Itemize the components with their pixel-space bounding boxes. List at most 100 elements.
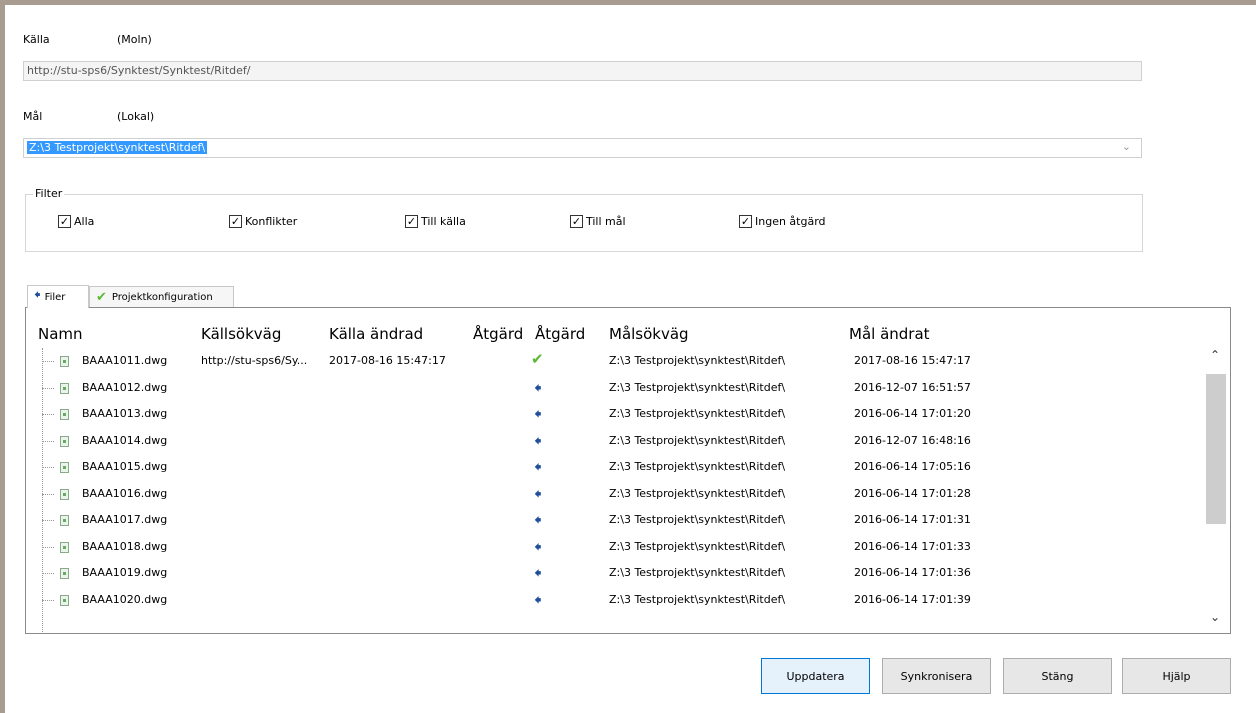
- arrow-left-icon: 🠸: [534, 431, 542, 450]
- tab-project-config-label: Projektkonfiguration: [111, 292, 213, 303]
- tree-branch: [42, 599, 54, 601]
- table-row[interactable]: BAAA1012.dwg 🠸 Z:\3 Testprojekt\synktest\R…: [26, 375, 1196, 401]
- target-changed-cell: 2017-08-16 15:47:17: [854, 354, 971, 367]
- vertical-scrollbar[interactable]: ⌃ ⌄: [1202, 344, 1230, 633]
- target-path-dropdown[interactable]: Z:\3 Testprojekt\synktest\Ritdef\ ⌄: [23, 138, 1142, 158]
- column-header-action-2[interactable]: Åtgärd: [535, 325, 585, 343]
- table-row[interactable]: BAAA1018.dwg 🠸 Z:\3 Testprojekt\synktest\R…: [26, 534, 1196, 560]
- target-path-cell: Z:\3 Testprojekt\synktest\Ritdef\: [609, 513, 786, 526]
- target-label: Mål: [23, 110, 43, 123]
- close-button[interactable]: Stäng: [1003, 658, 1112, 694]
- file-name-cell: BAAA1011.dwg: [82, 354, 168, 367]
- filter-conflicts-checkbox[interactable]: ✓ Konflikter: [229, 215, 297, 228]
- table-row[interactable]: BAAA1015.dwg 🠸 Z:\3 Testprojekt\synktest\R…: [26, 454, 1196, 480]
- filter-all-checkbox[interactable]: ✓ Alla: [58, 215, 94, 228]
- target-changed-cell: 2016-12-07 16:51:57: [854, 380, 971, 394]
- dwg-file-icon: [60, 462, 69, 473]
- table-row[interactable]: BAAA1020.dwg 🠸 Z:\3 Testprojekt\synktest\R…: [26, 587, 1196, 613]
- file-name-cell: BAAA1017.dwg: [82, 513, 168, 526]
- filter-conflicts-label: Konflikter: [245, 215, 298, 228]
- table-row[interactable]: BAAA1019.dwg 🠸 Z:\3 Testprojekt\synktest\R…: [26, 560, 1196, 586]
- help-button[interactable]: Hjälp: [1122, 658, 1231, 694]
- filter-all-label: Alla: [74, 215, 95, 228]
- source-path-value: http://stu-sps6/Synktest/Synktest/Ritdef…: [27, 64, 251, 77]
- file-name-cell: BAAA1014.dwg: [82, 433, 168, 447]
- column-header-target-path[interactable]: Målsökväg: [609, 325, 689, 343]
- tree-branch: [42, 387, 54, 389]
- filter-to-source-label: Till källa: [421, 215, 466, 228]
- column-header-target-changed[interactable]: Mål ändrat: [849, 325, 930, 343]
- arrow-left-icon: 🠸: [534, 564, 542, 582]
- target-changed-cell: 2016-06-14 17:01:31: [854, 513, 971, 526]
- arrow-left-icon: 🠸: [534, 378, 542, 397]
- target-changed-cell: 2016-06-14 17:05:16: [854, 460, 971, 473]
- table-row[interactable]: BAAA1013.dwg 🠸 Z:\3 Testprojekt\synktest\R…: [26, 401, 1196, 427]
- update-button[interactable]: Uppdatera: [761, 658, 870, 694]
- file-name-cell: BAAA1013.dwg: [82, 407, 168, 420]
- window-frame-top: [0, 0, 1256, 5]
- column-header-action-1[interactable]: Åtgärd: [473, 325, 523, 343]
- file-name-cell: BAAA1015.dwg: [82, 460, 168, 473]
- table-row[interactable]: BAAA1016.dwg 🠸 Z:\3 Testprojekt\synktest\R…: [26, 481, 1196, 507]
- tree-branch: [42, 440, 54, 442]
- table-row[interactable]: BAAA1017.dwg 🠸 Z:\3 Testprojekt\synktest\R…: [26, 507, 1196, 533]
- arrow-left-icon: 🠸: [534, 590, 542, 609]
- tree-branch: [42, 520, 54, 521]
- dwg-file-icon: [60, 541, 69, 553]
- tree-branch: [42, 414, 54, 415]
- table-row[interactable]: BAAA1011.dwg http://stu-sps6/Sy... 2017-08…: [26, 348, 1196, 374]
- target-path-cell: Z:\3 Testprojekt\synktest\Ritdef\: [609, 539, 786, 553]
- tree-branch: [42, 361, 54, 362]
- tab-files[interactable]: 🠸 Filer: [27, 285, 89, 308]
- target-changed-cell: 2016-06-14 17:01:36: [854, 566, 971, 579]
- checkbox-checked-icon[interactable]: ✓: [58, 215, 71, 228]
- dwg-file-icon: [60, 515, 69, 526]
- tree-branch: [42, 546, 54, 548]
- target-path-value: Z:\3 Testprojekt\synktest\Ritdef\: [27, 141, 208, 154]
- checkbox-checked-icon[interactable]: ✓: [739, 215, 752, 228]
- dwg-file-icon: [60, 435, 69, 447]
- scrollbar-thumb[interactable]: [1206, 374, 1226, 524]
- target-changed-cell: 2016-06-14 17:01:33: [854, 539, 971, 553]
- arrow-left-icon: 🠸: [534, 537, 542, 556]
- target-path-cell: Z:\3 Testprojekt\synktest\Ritdef\: [609, 354, 786, 367]
- chevron-down-icon[interactable]: ⌄: [1210, 610, 1220, 624]
- checkbox-checked-icon[interactable]: ✓: [229, 215, 242, 228]
- column-header-name[interactable]: Namn: [38, 325, 83, 343]
- checkbox-checked-icon[interactable]: ✓: [405, 215, 418, 228]
- file-name-cell: BAAA1012.dwg: [82, 380, 168, 394]
- filter-to-target-label: Till mål: [586, 215, 626, 228]
- window-frame-left: [0, 0, 5, 713]
- filter-to-target-checkbox[interactable]: ✓ Till mål: [570, 215, 626, 228]
- source-path-field[interactable]: http://stu-sps6/Synktest/Synktest/Ritdef…: [23, 61, 1142, 81]
- target-path-cell: Z:\3 Testprojekt\synktest\Ritdef\: [609, 460, 786, 473]
- filter-no-action-checkbox[interactable]: ✓ Ingen åtgärd: [739, 215, 826, 228]
- chevron-down-icon[interactable]: ⌄: [1122, 140, 1131, 153]
- chevron-up-icon[interactable]: ⌃: [1210, 348, 1220, 362]
- synchronize-button[interactable]: Synkronisera: [882, 658, 991, 694]
- file-name-cell: BAAA1020.dwg: [82, 592, 168, 606]
- source-changed-cell: 2017-08-16 15:47:17: [329, 354, 446, 367]
- target-changed-cell: 2016-06-14 17:01:28: [854, 486, 971, 500]
- tab-files-label: Filer: [44, 291, 66, 303]
- tree-branch: [42, 573, 54, 574]
- table-row[interactable]: BAAA1014.dwg 🠸 Z:\3 Testprojekt\synktest\R…: [26, 428, 1196, 454]
- tab-project-config[interactable]: ✔ Projektkonfiguration: [89, 286, 234, 308]
- target-changed-cell: 2016-06-14 17:01:20: [854, 407, 971, 420]
- target-changed-cell: 2016-06-14 17:01:39: [854, 592, 971, 606]
- target-type: (Lokal): [117, 110, 155, 123]
- target-path-cell: Z:\3 Testprojekt\synktest\Ritdef\: [609, 380, 786, 394]
- files-table: Namn Källsökväg Källa ändrad Åtgärd Åtgä…: [25, 307, 1231, 634]
- target-path-cell: Z:\3 Testprojekt\synktest\Ritdef\: [609, 592, 786, 606]
- filter-title: Filter: [33, 187, 65, 200]
- target-changed-cell: 2016-12-07 16:48:16: [854, 433, 971, 447]
- filter-to-source-checkbox[interactable]: ✓ Till källa: [405, 215, 466, 228]
- checkbox-checked-icon[interactable]: ✓: [570, 215, 583, 228]
- file-name-cell: BAAA1016.dwg: [82, 486, 168, 500]
- dwg-file-icon: [60, 568, 69, 579]
- column-header-source-changed[interactable]: Källa ändrad: [329, 325, 423, 343]
- filter-no-action-label: Ingen åtgärd: [755, 215, 826, 228]
- arrow-left-icon: 🠸: [34, 288, 41, 303]
- target-path-cell: Z:\3 Testprojekt\synktest\Ritdef\: [609, 566, 786, 579]
- column-header-source-path[interactable]: Källsökväg: [201, 325, 281, 343]
